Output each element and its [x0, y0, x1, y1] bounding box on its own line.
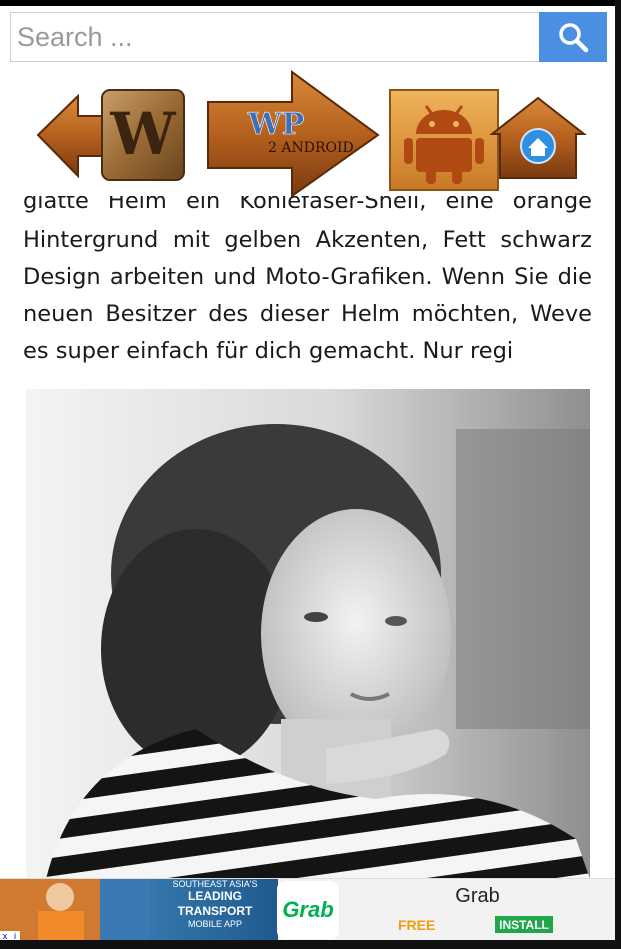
search-bar: [10, 12, 607, 62]
article-body: glatte Helm ein Kohlefaser-Shell, eine o…: [23, 196, 592, 370]
ad-image: SOUTHEAST ASIA'S LEADING TRANSPORT MOBIL…: [0, 879, 278, 941]
grab-logo: Grab: [277, 881, 339, 939]
site-logo-banner: W WP 2 ANDROID: [36, 70, 587, 198]
status-bar: [0, 0, 615, 6]
navigation-bar: [0, 940, 621, 949]
search-button[interactable]: [539, 12, 607, 62]
ad-banner[interactable]: SOUTHEAST ASIA'S LEADING TRANSPORT MOBIL…: [0, 878, 615, 941]
home-icon[interactable]: [489, 96, 587, 179]
article-clipped-line: glatte Helm ein Kohlefaser-Shell, eine o…: [23, 196, 592, 214]
ad-title: Grab: [455, 885, 500, 907]
article-photo: [26, 389, 590, 879]
forward-arrow-icon[interactable]: WP 2 ANDROID: [207, 70, 380, 198]
ad-price: FREE: [398, 917, 436, 933]
android-icon: [389, 89, 499, 191]
search-input[interactable]: [10, 12, 539, 62]
scrollbar-track[interactable]: [615, 0, 621, 949]
wordpress-block: W: [101, 89, 185, 181]
install-button[interactable]: INSTALL: [495, 916, 553, 933]
ad-person-image: [0, 879, 150, 941]
ad-tagline: SOUTHEAST ASIA'S LEADING TRANSPORT MOBIL…: [172, 879, 258, 929]
article-paragraph: Hintergrund mit gelben Akzenten, Fett sc…: [23, 227, 592, 364]
search-icon: [559, 23, 589, 53]
svg-text:2 ANDROID: 2 ANDROID: [268, 140, 354, 156]
svg-text:WP: WP: [247, 107, 304, 142]
app-screen: W WP 2 ANDROID: [0, 0, 615, 949]
back-arrow-icon[interactable]: [36, 93, 111, 179]
svg-text:W: W: [109, 100, 176, 168]
